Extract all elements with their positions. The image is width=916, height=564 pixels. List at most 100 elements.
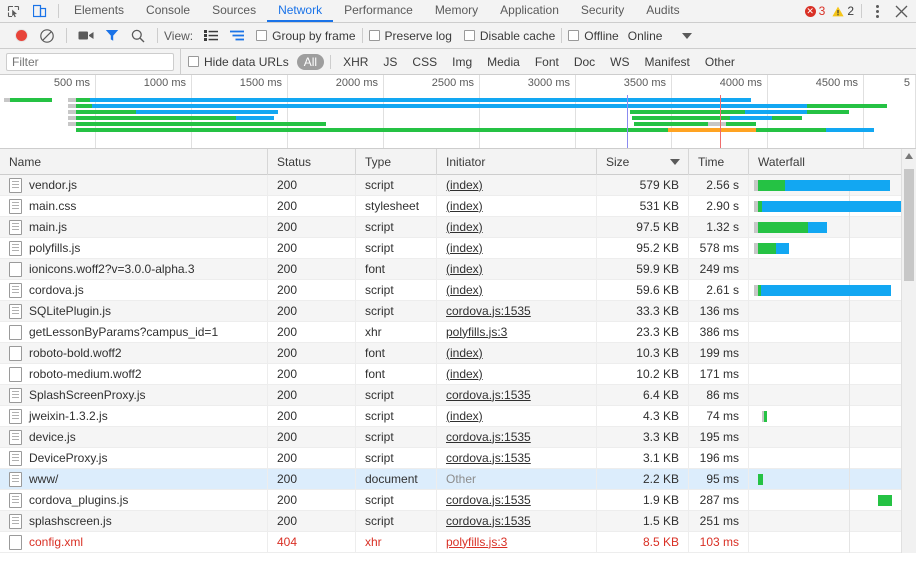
initiator-link[interactable]: (index): [446, 283, 483, 297]
table-row[interactable]: roboto-medium.woff2 200 font (index) 10.2 KB…: [0, 363, 916, 385]
waterfall-bar[interactable]: [754, 242, 789, 254]
initiator-link[interactable]: cordova.js:1535: [446, 451, 531, 465]
initiator-link[interactable]: (index): [446, 220, 483, 234]
initiator-link[interactable]: (index): [446, 262, 483, 276]
type-filter-all[interactable]: All: [296, 53, 325, 70]
checkbox-box[interactable]: [463, 30, 475, 41]
vertical-scrollbar[interactable]: [901, 149, 916, 553]
tab-security[interactable]: Security: [570, 0, 635, 22]
table-row[interactable]: main.css 200 stylesheet (index) 531 KB 2.90 s: [0, 195, 916, 217]
warning-count-badge[interactable]: 2: [832, 4, 854, 18]
initiator-link[interactable]: polyfills.js:3: [446, 535, 507, 549]
initiator-link[interactable]: (index): [446, 178, 483, 192]
type-filter-manifest[interactable]: Manifest: [638, 54, 697, 70]
initiator-link[interactable]: cordova.js:1535: [446, 514, 531, 528]
table-row[interactable]: cordova.js 200 script (index) 59.6 KB 2.61 s: [0, 279, 916, 301]
table-row[interactable]: getLessonByParams?campus_id=1 200 xhr polyf…: [0, 321, 916, 343]
table-row[interactable]: www/200 document Other 2.2 KB 95 ms: [0, 468, 916, 490]
table-row[interactable]: SplashScreenProxy.js 200 script cordova.js:…: [0, 384, 916, 406]
initiator-link[interactable]: cordova.js:1535: [446, 304, 531, 318]
table-row[interactable]: SQLitePlugin.js 200 script cordova.js:1535 3…: [0, 300, 916, 322]
checkbox-box[interactable]: [188, 56, 199, 67]
table-row[interactable]: polyfills.js 200 script (index) 95.2 KB 578 m…: [0, 237, 916, 259]
type-filter-ws[interactable]: WS: [603, 54, 636, 70]
type-filter-img[interactable]: Img: [445, 54, 479, 70]
waterfall-bar[interactable]: [758, 473, 763, 485]
column-header-name[interactable]: Name: [0, 148, 268, 175]
initiator-link[interactable]: (index): [446, 241, 483, 255]
table-row[interactable]: device.js 200 script cordova.js:1535 3.3 KB 1…: [0, 426, 916, 448]
type-filter-doc[interactable]: Doc: [567, 54, 602, 70]
throttling-select[interactable]: Online: [628, 29, 693, 43]
initiator-link[interactable]: cordova.js:1535: [446, 493, 531, 507]
initiator-link[interactable]: (index): [446, 346, 483, 360]
type-filter-js[interactable]: JS: [376, 54, 404, 70]
table-row[interactable]: ionicons.woff2?v=3.0.0-alpha.3 200 font (in…: [0, 258, 916, 280]
initiator-link[interactable]: cordova.js:1535: [446, 430, 531, 444]
inspect-element-icon[interactable]: [0, 0, 27, 22]
type-filter-media[interactable]: Media: [480, 54, 527, 70]
checkbox-box[interactable]: [256, 30, 268, 41]
initiator-link[interactable]: (index): [446, 409, 483, 423]
table-row[interactable]: roboto-bold.woff2 200 font (index) 10.3 KB 19…: [0, 342, 916, 364]
tab-network[interactable]: Network: [267, 0, 334, 22]
preserve-log-checkbox[interactable]: Preserve log: [368, 29, 452, 43]
waterfall-bar[interactable]: [762, 410, 767, 422]
waterfall-view-icon[interactable]: [224, 24, 250, 48]
initiator-link[interactable]: polyfills.js:3: [446, 325, 507, 339]
waterfall-bar[interactable]: [754, 221, 827, 233]
list-view-icon[interactable]: [198, 24, 224, 48]
table-row[interactable]: jweixin-1.3.2.js 200 script (index) 4.3 KB 74…: [0, 405, 916, 427]
search-icon[interactable]: [125, 24, 151, 48]
disable-cache-checkbox[interactable]: Disable cache: [463, 29, 555, 43]
type-filter-xhr[interactable]: XHR: [336, 54, 375, 70]
scrollbar-thumb[interactable]: [904, 169, 914, 281]
device-toolbar-icon[interactable]: [27, 0, 54, 22]
scroll-up-arrow-icon[interactable]: [905, 153, 913, 159]
waterfall-bar[interactable]: [754, 179, 890, 191]
hide-data-urls-checkbox[interactable]: Hide data URLs: [188, 55, 289, 69]
tab-sources[interactable]: Sources: [201, 0, 267, 22]
checkbox-box[interactable]: [568, 30, 580, 41]
table-row[interactable]: main.js 200 script (index) 97.5 KB 1.32 s: [0, 216, 916, 238]
initiator-link[interactable]: cordova.js:1535: [446, 388, 531, 402]
checkbox-box[interactable]: [368, 30, 380, 41]
tab-elements[interactable]: Elements: [63, 0, 135, 22]
column-header-time[interactable]: Time: [689, 148, 749, 175]
toolbar-divider-3: [361, 28, 363, 43]
record-button[interactable]: [8, 24, 34, 48]
tab-audits[interactable]: Audits: [635, 0, 690, 22]
initiator-link[interactable]: (index): [446, 199, 483, 213]
waterfall-bar[interactable]: [754, 200, 904, 212]
table-row[interactable]: vendor.js 200 script (index) 579 KB 2.56 s: [0, 174, 916, 196]
table-row[interactable]: splashscreen.js 200 script cordova.js:1535 1…: [0, 510, 916, 532]
column-header-initiator[interactable]: Initiator: [437, 148, 597, 175]
initiator-link[interactable]: (index): [446, 367, 483, 381]
type-filter-font[interactable]: Font: [528, 54, 566, 70]
column-header-size[interactable]: Size: [597, 148, 689, 175]
more-options-icon[interactable]: [868, 4, 886, 18]
group-by-frame-checkbox[interactable]: Group by frame: [256, 29, 356, 43]
close-icon[interactable]: [890, 5, 912, 18]
offline-checkbox[interactable]: Offline: [568, 29, 619, 43]
clear-button[interactable]: [34, 24, 60, 48]
network-overview-timeline[interactable]: 500 ms 1000 ms 1500 ms 2000 ms 2500 ms 3000 m…: [0, 75, 916, 149]
waterfall-bar[interactable]: [878, 494, 892, 506]
tab-memory[interactable]: Memory: [424, 0, 489, 22]
table-row[interactable]: config.xml 404 xhr polyfills.js:3 8.5 KB 103 …: [0, 531, 916, 553]
column-header-status[interactable]: Status: [268, 148, 356, 175]
type-filter-css[interactable]: CSS: [405, 54, 444, 70]
waterfall-bar[interactable]: [754, 284, 891, 296]
capture-screenshots-icon[interactable]: [73, 24, 99, 48]
error-count-badge[interactable]: ✕ 3: [804, 4, 825, 18]
tab-application[interactable]: Application: [489, 0, 570, 22]
filter-icon[interactable]: [99, 24, 125, 48]
type-filter-other[interactable]: Other: [698, 54, 742, 70]
table-row[interactable]: DeviceProxy.js 200 script cordova.js:1535 3.…: [0, 447, 916, 469]
tab-performance[interactable]: Performance: [333, 0, 424, 22]
tab-console[interactable]: Console: [135, 0, 201, 22]
filter-input[interactable]: [6, 52, 174, 71]
column-header-type[interactable]: Type: [356, 148, 437, 175]
table-row[interactable]: cordova_plugins.js 200 script cordova.js:15…: [0, 489, 916, 511]
column-header-waterfall[interactable]: Waterfall: [749, 149, 916, 175]
